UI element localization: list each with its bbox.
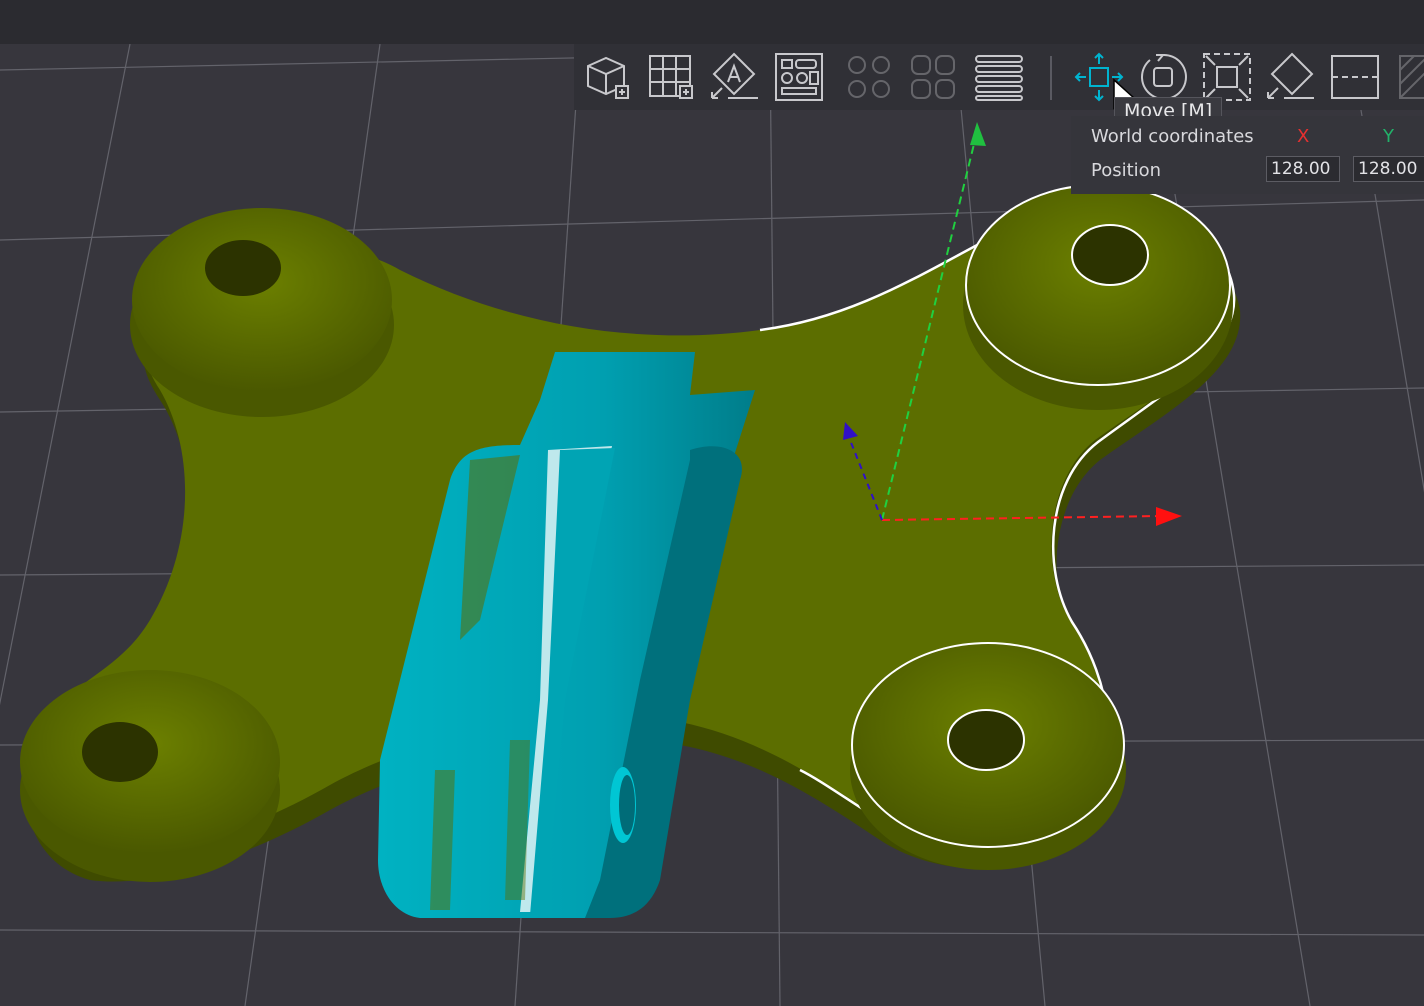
- coordinate-system-label: World coordinates: [1091, 126, 1254, 147]
- position-x-input[interactable]: 128.00: [1266, 156, 1340, 182]
- title-bar: [0, 0, 1424, 44]
- scale-icon[interactable]: [1200, 50, 1254, 104]
- axis-x-label: X: [1297, 126, 1310, 147]
- arrange-icon[interactable]: [772, 50, 826, 104]
- split-parts-icon[interactable]: [906, 50, 960, 104]
- add-cube-icon[interactable]: [580, 50, 634, 104]
- toolbar-separator: [1050, 56, 1052, 100]
- cut-icon[interactable]: [1328, 50, 1382, 104]
- split-objects-icon[interactable]: [842, 50, 896, 104]
- move-gizmo-panel: World coordinates X Y Position 128.00 12…: [1071, 116, 1424, 194]
- lay-on-face-icon[interactable]: [1264, 50, 1318, 104]
- position-y-input[interactable]: 128.00: [1353, 156, 1424, 182]
- variable-layer-icon[interactable]: [972, 50, 1026, 104]
- paint-icon[interactable]: [1392, 50, 1424, 104]
- axis-y-label: Y: [1383, 126, 1394, 147]
- add-plate-icon[interactable]: [644, 50, 698, 104]
- main-toolbar: [574, 44, 1424, 110]
- rotate-icon[interactable]: [1136, 50, 1190, 104]
- position-label: Position: [1091, 160, 1162, 181]
- auto-orient-icon[interactable]: [708, 50, 762, 104]
